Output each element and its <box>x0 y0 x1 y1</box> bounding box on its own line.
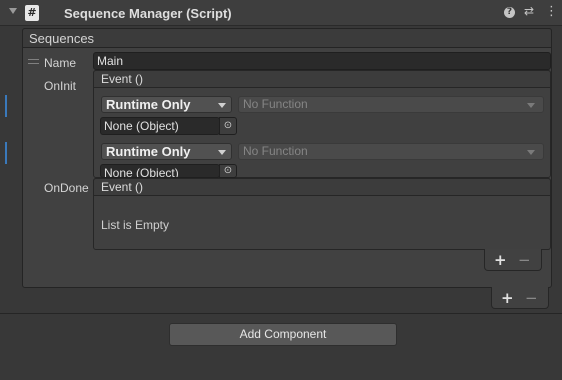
context-menu-icon[interactable]: ⋮ <box>545 3 558 21</box>
object-picker-icon[interactable]: ⊙ <box>219 117 237 135</box>
divider <box>0 313 562 314</box>
target-object-field[interactable]: None (Object) <box>100 164 220 178</box>
presets-icon[interactable]: ⇄ <box>524 4 534 18</box>
runtime-mode-label: Runtime Only <box>106 144 191 159</box>
help-icon[interactable]: ? <box>504 7 515 18</box>
chevron-down-icon <box>218 150 226 155</box>
remove-listener-button[interactable]: − <box>518 252 531 268</box>
add-sequence-button[interactable]: + <box>501 290 514 306</box>
component-title: Sequence Manager (Script) <box>64 6 232 21</box>
ondone-label: OnDone <box>44 181 89 195</box>
sequences-list-header[interactable] <box>22 28 552 48</box>
empty-list-text: List is Empty <box>101 218 170 232</box>
function-dropdown[interactable]: No Function <box>238 143 544 160</box>
add-listener-button[interactable]: + <box>494 252 507 268</box>
name-field[interactable]: Main <box>93 52 551 70</box>
foldout-arrow-icon[interactable] <box>9 8 17 14</box>
name-label: Name <box>44 56 77 70</box>
script-icon: # <box>25 5 39 21</box>
oninit-label: OnInit <box>44 79 77 93</box>
chevron-down-icon <box>218 103 226 108</box>
add-component-button[interactable]: Add Component <box>169 323 397 346</box>
target-object-field[interactable]: None (Object) <box>100 117 220 135</box>
function-label: No Function <box>243 144 308 158</box>
function-label: No Function <box>243 97 308 111</box>
oninit-event-header: Event () <box>93 70 551 88</box>
chevron-down-icon <box>527 150 535 155</box>
ondone-footer <box>484 249 542 271</box>
ondone-event-header: Event () <box>93 178 551 196</box>
selection-marker <box>5 142 7 164</box>
chevron-down-icon <box>527 103 535 108</box>
sequences-footer <box>491 287 549 309</box>
drag-handle-icon[interactable] <box>28 59 39 64</box>
object-picker-icon[interactable]: ⊙ <box>219 164 237 178</box>
selection-marker <box>5 95 7 117</box>
remove-sequence-button[interactable]: − <box>525 290 538 306</box>
runtime-mode-label: Runtime Only <box>106 97 191 112</box>
runtime-mode-dropdown[interactable]: Runtime Only <box>101 143 232 160</box>
sequences-label: Sequences <box>29 31 95 46</box>
runtime-mode-dropdown[interactable]: Runtime Only <box>101 96 232 113</box>
function-dropdown[interactable]: No Function <box>238 96 544 113</box>
